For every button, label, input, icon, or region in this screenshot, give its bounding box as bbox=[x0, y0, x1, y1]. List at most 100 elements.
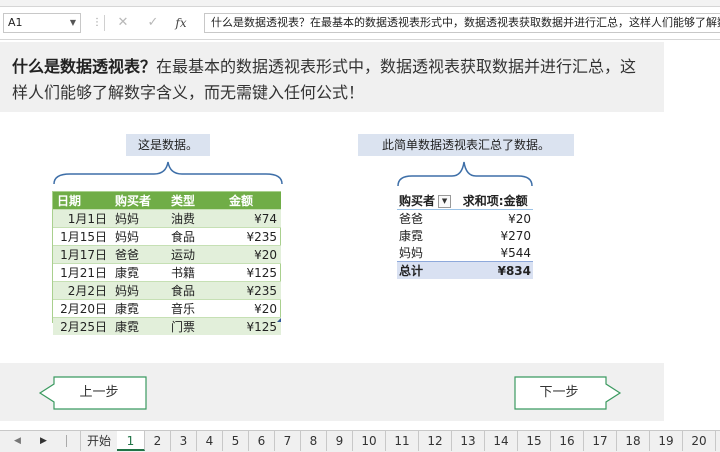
tab-sheet-14[interactable]: 14 bbox=[485, 431, 518, 451]
header-amount[interactable]: 金额 bbox=[225, 192, 281, 210]
source-table: 日期 购买者 类型 金额 1月1日 妈妈 油费 ¥74 1月15日 妈妈 食品 … bbox=[53, 192, 281, 335]
cell-buyer[interactable]: 妈妈 bbox=[111, 281, 167, 300]
tab-sheet-3[interactable]: 3 bbox=[171, 431, 197, 451]
table-row: 1月21日 康霓 书籍 ¥125 bbox=[53, 263, 281, 282]
pivot-header-buyer[interactable]: 购买者 ▼ bbox=[397, 192, 461, 210]
cell-amount[interactable]: ¥20 bbox=[225, 245, 281, 264]
cell-date[interactable]: 2月2日 bbox=[53, 281, 111, 300]
intro-heading: 什么是数据透视表？ bbox=[12, 57, 157, 76]
cell-amount[interactable]: ¥235 bbox=[225, 281, 281, 300]
cell-buyer[interactable]: 妈妈 bbox=[111, 227, 167, 246]
pivot-cell-buyer[interactable]: 康霓 bbox=[397, 227, 461, 244]
tab-sheet-11[interactable]: 11 bbox=[386, 431, 419, 451]
table-row: 1月1日 妈妈 油费 ¥74 bbox=[53, 209, 281, 228]
cell-date[interactable]: 2月25日 bbox=[53, 317, 111, 335]
cell-type[interactable]: 油费 bbox=[167, 209, 225, 228]
pivot-cell-sum[interactable]: ¥544 bbox=[461, 244, 533, 262]
tab-sheet-1[interactable]: 1 bbox=[117, 431, 145, 451]
cancel-icon[interactable]: ✕ bbox=[112, 14, 134, 32]
tab-start[interactable]: 开始 bbox=[80, 431, 118, 451]
cell-type[interactable]: 食品 bbox=[167, 227, 225, 246]
tab-sheet-12[interactable]: 12 bbox=[419, 431, 452, 451]
checkmark-icon[interactable]: ✓ bbox=[142, 14, 164, 32]
pivot-cell-sum[interactable]: ¥20 bbox=[461, 210, 533, 228]
tab-sheet-8[interactable]: 8 bbox=[301, 431, 327, 451]
tab-sheet-17[interactable]: 17 bbox=[584, 431, 617, 451]
cell-buyer[interactable]: 康霓 bbox=[111, 263, 167, 282]
cell-amount[interactable]: ¥74 bbox=[225, 209, 281, 228]
chevron-down-icon[interactable]: ▼ bbox=[70, 14, 76, 32]
sheet-tab-bar: ◀ ▶ 开始 1 2 3 4 5 6 7 8 9 10 11 12 13 14 … bbox=[0, 430, 720, 452]
header-type[interactable]: 类型 bbox=[167, 192, 225, 210]
tab-sheet-19[interactable]: 19 bbox=[650, 431, 683, 451]
pivot-total-value[interactable]: ¥834 bbox=[460, 261, 533, 279]
source-brace bbox=[53, 161, 283, 185]
pivot-header-sum[interactable]: 求和项:金额 bbox=[460, 192, 533, 210]
cell-date[interactable]: 1月21日 bbox=[53, 263, 111, 282]
tab-sheet-9[interactable]: 9 bbox=[327, 431, 353, 451]
cell-type[interactable]: 书籍 bbox=[167, 263, 225, 282]
header-buyer[interactable]: 购买者 bbox=[111, 192, 167, 210]
tab-sheet-6[interactable]: 6 bbox=[249, 431, 275, 451]
cell-type[interactable]: 食品 bbox=[167, 281, 225, 300]
pivot-row: 爸爸 ¥20 bbox=[397, 210, 533, 228]
cell-buyer[interactable]: 康霓 bbox=[111, 299, 167, 318]
name-box[interactable]: A1 ▼ bbox=[3, 13, 81, 33]
cell-buyer[interactable]: 妈妈 bbox=[111, 209, 167, 228]
table-row: 2月20日 康霓 音乐 ¥20 bbox=[53, 299, 281, 318]
cell-date[interactable]: 1月1日 bbox=[53, 209, 111, 228]
scroll-left-icon[interactable]: ◀ bbox=[14, 431, 21, 451]
ribbon-strip bbox=[0, 0, 720, 7]
table-row: 2月2日 妈妈 食品 ¥235 bbox=[53, 281, 281, 300]
pivot-header-buyer-label: 购买者 bbox=[399, 194, 436, 208]
table-header-row: 日期 购买者 类型 金额 bbox=[53, 192, 281, 210]
separator bbox=[66, 435, 67, 447]
previous-button-label[interactable]: 上一步 bbox=[64, 384, 134, 402]
cell-date[interactable]: 1月15日 bbox=[53, 227, 111, 246]
header-date[interactable]: 日期 bbox=[53, 192, 111, 210]
tab-sheet-20[interactable]: 20 bbox=[683, 431, 716, 451]
tab-sheet-13[interactable]: 13 bbox=[452, 431, 485, 451]
pivot-cell-buyer[interactable]: 妈妈 bbox=[397, 244, 461, 262]
filter-dropdown-icon[interactable]: ▼ bbox=[438, 195, 452, 208]
tab-sheet-2[interactable]: 2 bbox=[145, 431, 171, 451]
tab-sheet-10[interactable]: 10 bbox=[353, 431, 386, 451]
table-row: 2月25日 康霓 门票 ¥125 bbox=[53, 317, 281, 335]
cell-type[interactable]: 音乐 bbox=[167, 299, 225, 318]
pivot-row: 康霓 ¥270 bbox=[397, 227, 533, 244]
tab-sheet-5[interactable]: 5 bbox=[223, 431, 249, 451]
pivot-cell-buyer[interactable]: 爸爸 bbox=[397, 210, 461, 228]
cell-amount[interactable]: ¥20 bbox=[225, 299, 281, 318]
tab-sheet-16[interactable]: 16 bbox=[551, 431, 584, 451]
next-button-label[interactable]: 下一步 bbox=[524, 384, 594, 402]
intro-text: 什么是数据透视表？在最基本的数据透视表形式中，数据透视表获取数据并进行汇总，这样… bbox=[12, 54, 652, 106]
pivot-cell-sum[interactable]: ¥270 bbox=[461, 227, 533, 244]
cell-amount[interactable]: ¥125 bbox=[225, 263, 281, 282]
tab-sheet-4[interactable]: 4 bbox=[197, 431, 223, 451]
cell-amount[interactable]: ¥125 bbox=[225, 317, 281, 335]
formula-input[interactable]: 什么是数据透视表？在最基本的数据透视表形式中，数据透视表获取数据并进行汇总，这样… bbox=[204, 13, 720, 33]
cell-amount[interactable]: ¥235 bbox=[225, 227, 281, 246]
pivot-table: 购买者 ▼ 求和项:金额 爸爸 ¥20 康霓 ¥270 妈妈 ¥544 总计 ¥8… bbox=[397, 192, 533, 279]
pivot-callout: 此简单数据透视表汇总了数据。 bbox=[358, 134, 574, 156]
tab-sheet-18[interactable]: 18 bbox=[617, 431, 650, 451]
tab-sheet-7[interactable]: 7 bbox=[275, 431, 301, 451]
table-resize-handle[interactable] bbox=[277, 318, 281, 322]
name-box-value: A1 bbox=[8, 16, 23, 29]
cell-date[interactable]: 1月17日 bbox=[53, 245, 111, 264]
cell-type[interactable]: 门票 bbox=[167, 317, 225, 335]
formula-bar: A1 ▼ ⋮ ✕ ✓ fx 什么是数据透视表？在最基本的数据透视表形式中，数据透… bbox=[0, 7, 720, 40]
separator bbox=[104, 15, 105, 31]
cell-buyer[interactable]: 康霓 bbox=[111, 317, 167, 335]
tab-sheet-15[interactable]: 15 bbox=[518, 431, 551, 451]
cell-date[interactable]: 2月20日 bbox=[53, 299, 111, 318]
cell-type[interactable]: 运动 bbox=[167, 245, 225, 264]
table-row: 1月15日 妈妈 食品 ¥235 bbox=[53, 227, 281, 246]
cell-buyer[interactable]: 爸爸 bbox=[111, 245, 167, 264]
pivot-brace bbox=[397, 161, 533, 187]
table-row: 1月17日 爸爸 运动 ¥20 bbox=[53, 245, 281, 264]
scroll-right-icon[interactable]: ▶ bbox=[40, 431, 47, 451]
pivot-total-label[interactable]: 总计 bbox=[397, 261, 461, 279]
fx-icon[interactable]: fx bbox=[170, 14, 192, 32]
source-callout: 这是数据。 bbox=[126, 134, 210, 156]
